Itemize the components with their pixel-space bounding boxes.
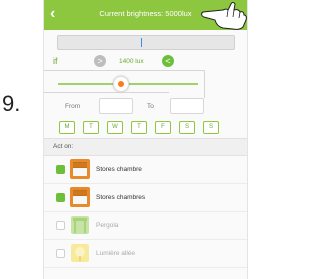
day-sunday[interactable]: S xyxy=(203,121,219,134)
app-header: ‹ Current brightness: 5000lux xyxy=(44,0,247,30)
threshold-slider-knob[interactable] xyxy=(113,76,129,92)
act-on-header: Act on: xyxy=(44,139,247,156)
slider-frame-bottom xyxy=(44,92,169,93)
device-checkbox[interactable] xyxy=(56,221,65,230)
condition-row: if > 1400 lux < xyxy=(44,54,247,70)
act-on-label: Act on: xyxy=(53,143,74,150)
device-checkbox[interactable] xyxy=(56,165,65,174)
day-monday[interactable]: M xyxy=(59,121,75,134)
device-name: Pergola xyxy=(96,222,119,229)
app-screen: ‹ Current brightness: 5000lux if > 1400 … xyxy=(43,0,248,279)
day-tuesday[interactable]: T xyxy=(83,121,99,134)
threshold-value: 1400 lux xyxy=(119,58,144,65)
shutter-icon xyxy=(70,159,90,179)
day-saturday[interactable]: S xyxy=(179,121,195,134)
device-name: Stores chambre xyxy=(96,166,142,173)
slider-frame-right xyxy=(204,70,205,98)
if-label: if xyxy=(53,56,58,66)
device-checkbox[interactable] xyxy=(56,193,65,202)
device-checkbox[interactable] xyxy=(56,249,65,258)
device-name: Stores chambres xyxy=(96,194,146,201)
day-wednesday[interactable]: W xyxy=(107,121,123,134)
brightness-cursor xyxy=(141,38,142,47)
to-time-input[interactable] xyxy=(170,98,204,114)
device-row-stores-chambre[interactable]: Stores chambre xyxy=(44,156,247,184)
day-thursday[interactable]: T xyxy=(131,121,147,134)
step-number: 9. xyxy=(2,91,21,116)
slider-frame-top xyxy=(44,70,204,71)
greater-than-button[interactable]: > xyxy=(94,55,106,67)
brightness-indicator-bar xyxy=(57,35,235,50)
pergola-icon xyxy=(71,216,89,234)
device-row-pergola[interactable]: Pergola xyxy=(44,212,247,240)
lamp-icon xyxy=(71,244,89,262)
from-time-input[interactable] xyxy=(99,98,133,114)
device-row-lumiere-allee[interactable]: Lumière allée xyxy=(44,240,247,268)
day-friday[interactable]: F xyxy=(155,121,171,134)
device-row-stores-chambres[interactable]: Stores chambres xyxy=(44,184,247,212)
from-label: From xyxy=(65,103,81,110)
device-name: Lumière allée xyxy=(96,250,136,257)
shutter-icon xyxy=(70,187,90,207)
to-label: To xyxy=(147,103,154,110)
pointing-hand-icon xyxy=(201,2,247,30)
less-than-button[interactable]: < xyxy=(162,55,174,67)
